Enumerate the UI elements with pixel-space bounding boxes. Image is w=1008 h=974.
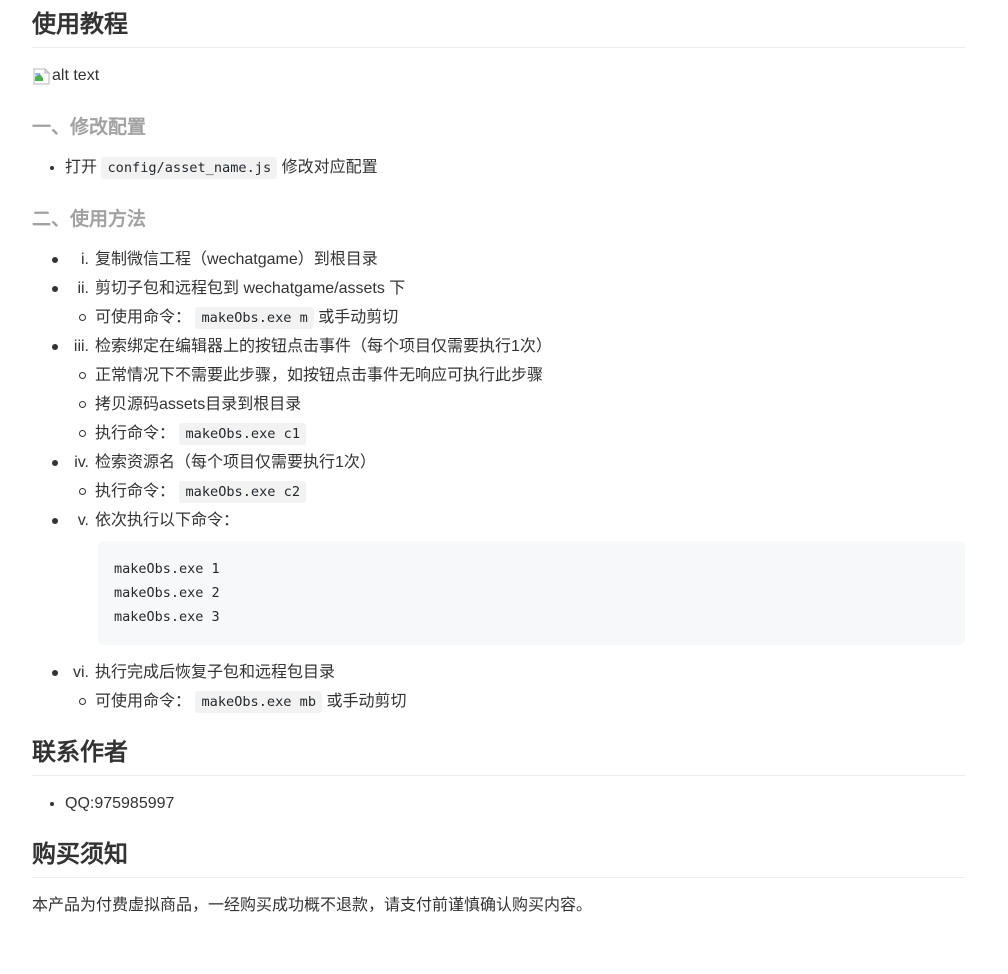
step-text: 复制微信工程（wechatgame）到根目录: [95, 250, 378, 268]
sub-list-item: 执行命令： makeObs.exe c2: [32, 480, 965, 504]
inline-code: makeObs.exe c2: [179, 480, 307, 503]
contact-qq: QQ:975985997: [65, 794, 175, 812]
sub-text: 拷贝源码assets目录到根目录: [95, 395, 302, 413]
roman-numeral: iv.: [74, 453, 89, 471]
inline-code: makeObs.exe mb: [195, 690, 323, 713]
list-item: QQ:975985997: [65, 792, 965, 816]
code-block: makeObs.exe 1 makeObs.exe 2 makeObs.exe …: [98, 540, 965, 645]
sub-list-item: 可使用命令： makeObs.exe mb 或手动剪切: [32, 690, 965, 714]
list-item: iv. 检索资源名（每个项目仅需要执行1次） 执行命令： makeObs.exe…: [32, 451, 965, 504]
config-item-pre: 打开: [65, 158, 102, 176]
sub-text-pre: 可使用命令：: [95, 692, 196, 710]
circle-bullet-icon: [79, 487, 86, 495]
list-item: vi. 执行完成后恢复子包和远程包目录 可使用命令： makeObs.exe m…: [32, 661, 965, 714]
inline-code: makeObs.exe c1: [179, 422, 307, 445]
broken-image-icon: [32, 67, 51, 85]
purchase-section-heading: 购买须知: [32, 840, 965, 878]
broken-image-paragraph: alt text: [32, 64, 965, 88]
sub-list-item: 拷贝源码assets目录到根目录: [32, 393, 965, 417]
list-item: ii. 剪切子包和远程包到 wechatgame/assets 下 可使用命令：…: [32, 277, 965, 330]
step-text: 检索资源名（每个项目仅需要执行1次）: [95, 453, 376, 471]
usage-steps-list: i. 复制微信工程（wechatgame）到根目录 ii. 剪切子包和远程包到 …: [32, 248, 965, 714]
config-list: 打开 config/asset_name.js 修改对应配置: [32, 156, 965, 180]
markdown-document: 使用教程 alt text 一、修改配置 打开 config/asset_nam…: [0, 0, 965, 974]
circle-bullet-icon: [79, 697, 86, 705]
config-item-post: 修改对应配置: [277, 158, 378, 176]
step-text: 执行完成后恢复子包和远程包目录: [95, 663, 336, 681]
sub-list-item: 执行命令： makeObs.exe c1: [32, 422, 965, 446]
list-item: 打开 config/asset_name.js 修改对应配置: [65, 156, 965, 180]
circle-bullet-icon: [79, 400, 86, 408]
sub-list-item: 可使用命令： makeObs.exe m 或手动剪切: [32, 306, 965, 330]
usage-section-heading: 二、使用方法: [32, 208, 147, 230]
page-title: 使用教程: [32, 10, 965, 48]
circle-bullet-icon: [79, 429, 86, 437]
list-item: i. 复制微信工程（wechatgame）到根目录: [32, 248, 965, 272]
sub-text-pre: 执行命令：: [95, 482, 180, 500]
sub-list-item: 正常情况下不需要此步骤，如按钮点击事件无响应可执行此步骤: [32, 364, 965, 388]
step-text: 检索绑定在编辑器上的按钮点击事件（每个项目仅需要执行1次）: [95, 337, 552, 355]
contact-list: QQ:975985997: [32, 792, 965, 816]
circle-bullet-icon: [79, 313, 86, 321]
inline-code: config/asset_name.js: [101, 156, 278, 179]
sub-text-pre: 执行命令：: [95, 424, 180, 442]
step-text: 依次执行以下命令：: [95, 511, 240, 529]
sub-text-pre: 可使用命令：: [95, 308, 196, 326]
step-text: 剪切子包和远程包到 wechatgame/assets 下: [95, 279, 406, 297]
inline-code: makeObs.exe m: [195, 306, 314, 329]
config-section-heading: 一、修改配置: [32, 117, 147, 138]
contact-section-heading: 联系作者: [32, 738, 965, 776]
roman-numeral: vi.: [73, 663, 89, 681]
roman-numeral: v.: [77, 511, 89, 529]
list-item: v. 依次执行以下命令： makeObs.exe 1 makeObs.exe 2…: [32, 509, 965, 645]
sub-text-post: 或手动剪切: [322, 692, 407, 710]
circle-bullet-icon: [79, 371, 86, 379]
list-item: iii. 检索绑定在编辑器上的按钮点击事件（每个项目仅需要执行1次） 正常情况下…: [32, 335, 965, 446]
code-block-content: makeObs.exe 1 makeObs.exe 2 makeObs.exe …: [114, 560, 220, 625]
purchase-notice-text: 本产品为付费虚拟商品，一经购买成功概不退款，请支付前谨慎确认购买内容。: [32, 896, 593, 914]
broken-image-alt-text: alt text: [52, 67, 100, 84]
sub-text: 正常情况下不需要此步骤，如按钮点击事件无响应可执行此步骤: [95, 366, 544, 384]
roman-numeral: iii.: [73, 337, 89, 355]
roman-numeral: ii.: [77, 279, 89, 297]
roman-numeral: i.: [81, 250, 89, 268]
sub-text-post: 或手动剪切: [313, 308, 399, 326]
